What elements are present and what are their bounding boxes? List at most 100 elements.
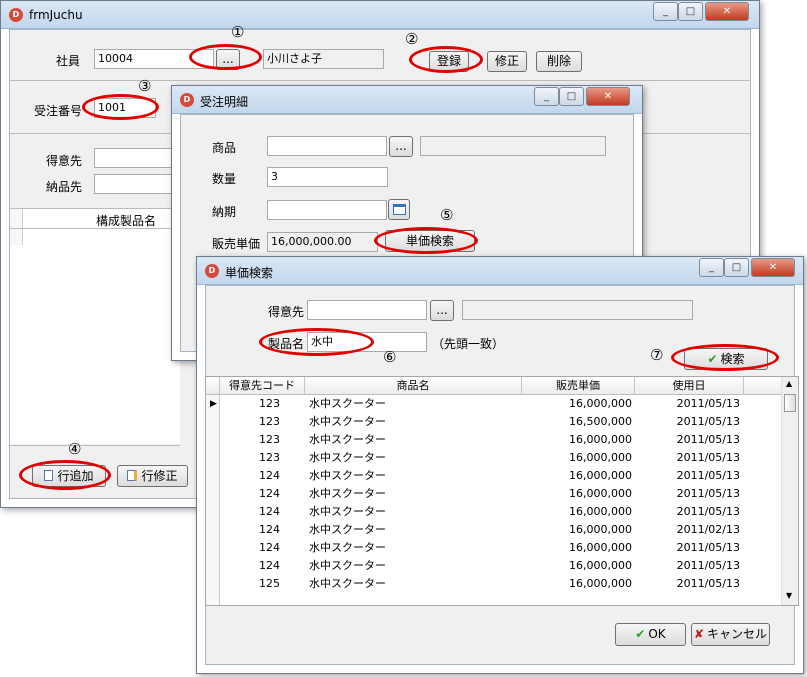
edit-icon: [127, 470, 138, 481]
minimize-button[interactable]: _: [699, 258, 724, 277]
table-row[interactable]: 124 水中スクーター 16,000,000 2011/05/13: [206, 485, 782, 503]
title-bar: D 単価検索 _ □ ✕: [197, 257, 803, 285]
prefix-match-note: （先頭一致）: [432, 337, 505, 351]
delivery-field[interactable]: [94, 174, 179, 194]
highlight-oval: [374, 227, 478, 254]
customer-code-field[interactable]: [307, 300, 427, 320]
customer-field[interactable]: [94, 148, 179, 168]
cell-product-name: 水中スクーター: [309, 451, 386, 464]
product-grid[interactable]: 構成製品名: [10, 208, 180, 444]
cell-price: 16,000,000: [569, 469, 632, 482]
maximize-button[interactable]: □: [559, 87, 584, 106]
cell-date: 2011/05/13: [676, 397, 740, 410]
cell-price: 16,000,000: [569, 451, 632, 464]
marker-6: ⑥: [383, 348, 397, 366]
customer-label: 得意先: [268, 305, 305, 319]
modify-button[interactable]: 修正: [487, 51, 527, 72]
grid-row-header: [10, 209, 23, 245]
marker-2: ②: [405, 30, 419, 48]
cell-product-name: 水中スクーター: [309, 559, 386, 572]
column-header: 商品名: [305, 377, 522, 395]
product-lookup-button[interactable]: ...: [389, 136, 413, 157]
cell-date: 2011/02/13: [676, 523, 740, 536]
app-icon: D: [9, 8, 23, 22]
column-header: 使用日: [635, 377, 744, 395]
cell-code: 123: [259, 433, 280, 446]
cell-date: 2011/05/13: [676, 487, 740, 500]
scroll-thumb[interactable]: [784, 394, 796, 412]
divider: [10, 80, 751, 81]
divider: [10, 445, 180, 446]
cell-code: 123: [259, 415, 280, 428]
check-icon: ✔: [635, 627, 646, 641]
close-button[interactable]: ✕: [751, 258, 795, 277]
cell-product-name: 水中スクーター: [309, 469, 386, 482]
employee-label: 社員: [56, 54, 81, 68]
table-row[interactable]: 124 水中スクーター 16,000,000 2011/05/13: [206, 467, 782, 485]
cell-code: 124: [259, 559, 280, 572]
column-header: 得意先コード: [220, 377, 305, 395]
minimize-button[interactable]: _: [653, 2, 678, 21]
table-row[interactable]: 124 水中スクーター 16,000,000 2011/05/13: [206, 539, 782, 557]
edit-row-button[interactable]: 行修正: [117, 465, 188, 487]
highlight-oval: [671, 344, 779, 371]
ok-button[interactable]: ✔ OK: [615, 623, 686, 646]
customer-lookup-button[interactable]: ...: [430, 300, 454, 321]
grid-corner: [206, 377, 220, 395]
cell-price: 16,500,000: [569, 415, 632, 428]
highlight-oval: [189, 44, 262, 70]
cell-product-name: 水中スクーター: [309, 541, 386, 554]
cancel-label: キャンセル: [707, 627, 768, 641]
cell-price: 16,000,000: [569, 523, 632, 536]
maximize-button[interactable]: □: [678, 2, 703, 21]
price-label: 販売単価: [212, 237, 261, 251]
quantity-label: 数量: [212, 172, 237, 186]
table-row[interactable]: 123 水中スクーター 16,000,000 2011/05/13: [206, 449, 782, 467]
delete-button[interactable]: 削除: [536, 51, 582, 72]
window-title: frmJuchu: [29, 8, 83, 22]
table-row[interactable]: 124 水中スクーター 16,000,000 2011/02/13: [206, 521, 782, 539]
cell-date: 2011/05/13: [676, 415, 740, 428]
scroll-down-icon[interactable]: ▼: [786, 591, 792, 600]
employee-name-field: 小川さよ子: [263, 49, 384, 69]
cell-date: 2011/05/13: [676, 433, 740, 446]
highlight-oval: [19, 460, 111, 490]
close-button[interactable]: ✕: [705, 2, 749, 21]
cell-price: 16,000,000: [569, 397, 632, 410]
grid-line: [10, 228, 180, 229]
cancel-button[interactable]: ✘ キャンセル: [691, 623, 770, 646]
scroll-up-icon[interactable]: ▲: [786, 379, 792, 388]
column-header: 販売単価: [522, 377, 635, 395]
table-row[interactable]: 123 水中スクーター 16,500,000 2011/05/13: [206, 413, 782, 431]
table-row[interactable]: 123 水中スクーター 16,000,000 2011/05/13: [206, 395, 782, 413]
cell-date: 2011/05/13: [676, 541, 740, 554]
grid-header: 構成製品名: [96, 214, 157, 228]
calendar-button[interactable]: [388, 199, 410, 220]
cell-code: 124: [259, 505, 280, 518]
table-row[interactable]: 125 水中スクーター 16,000,000 2011/05/13: [206, 575, 782, 593]
table-row[interactable]: 124 水中スクーター 16,000,000 2011/05/13: [206, 557, 782, 575]
table-row[interactable]: 124 水中スクーター 16,000,000 2011/05/13: [206, 503, 782, 521]
minimize-button[interactable]: _: [534, 87, 559, 106]
price-search-window: D 単価検索 _ □ ✕ 得意先 ... 製品名 水中 （先頭一致） ✔ 検索 得…: [196, 256, 804, 674]
maximize-button[interactable]: □: [724, 258, 749, 277]
window-title: 受注明細: [200, 95, 249, 109]
result-grid[interactable]: 得意先コード 商品名 販売単価 使用日 ▶ 123 水中スクーター 16,000,0…: [205, 376, 799, 606]
product-label: 商品: [212, 141, 237, 155]
marker-3: ③: [138, 77, 152, 95]
cell-price: 16,000,000: [569, 577, 632, 590]
table-row[interactable]: 123 水中スクーター 16,000,000 2011/05/13: [206, 431, 782, 449]
due-date-field[interactable]: [267, 200, 387, 220]
cell-code: 124: [259, 523, 280, 536]
vertical-scrollbar[interactable]: ▲ ▼: [781, 377, 798, 605]
close-button[interactable]: ✕: [586, 87, 630, 106]
product-code-field[interactable]: [267, 136, 387, 156]
title-bar: D frmJuchu _ □ ✕: [1, 1, 759, 29]
highlight-oval: [82, 94, 159, 120]
due-date-label: 納期: [212, 205, 237, 219]
quantity-field[interactable]: 3: [267, 167, 388, 187]
customer-name-field: [462, 300, 693, 320]
order-no-label: 受注番号: [34, 104, 83, 118]
cell-product-name: 水中スクーター: [309, 505, 386, 518]
cell-price: 16,000,000: [569, 433, 632, 446]
